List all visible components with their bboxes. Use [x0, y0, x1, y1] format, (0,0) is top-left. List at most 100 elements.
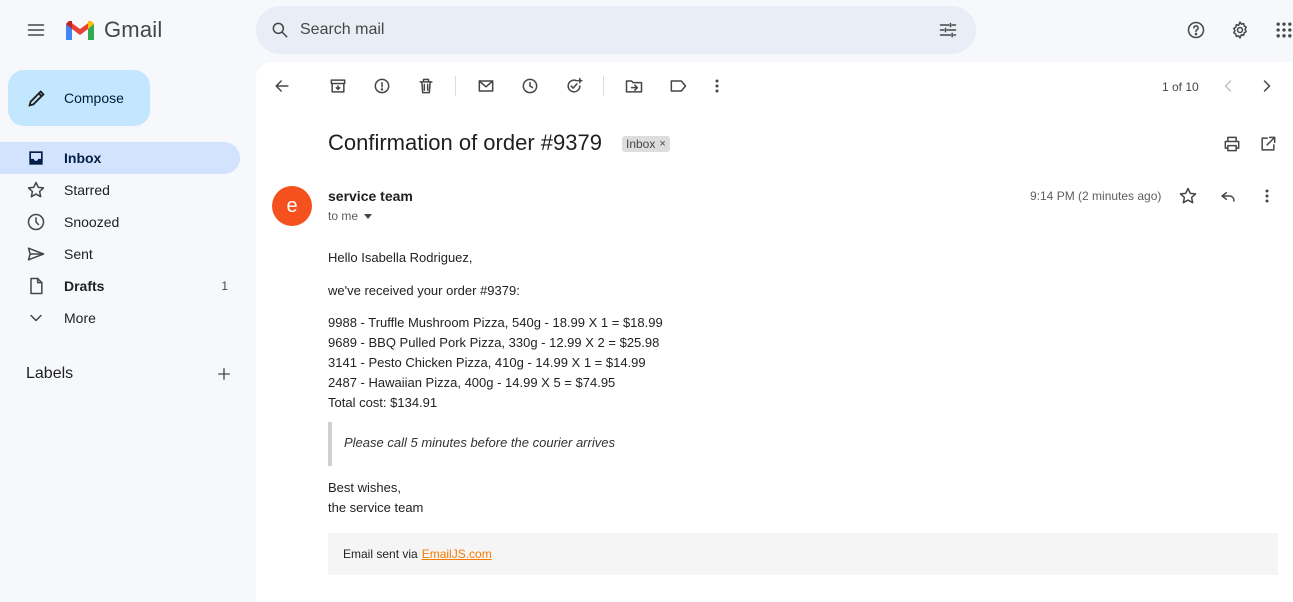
folder-move-icon: [625, 80, 643, 93]
drafts-count: 1: [221, 279, 228, 293]
toolbar-divider: [455, 76, 456, 96]
labels-button[interactable]: [658, 66, 698, 106]
greeting: Hello Isabella Rodriguez,: [328, 250, 473, 265]
inbox-icon: [26, 148, 46, 168]
pagination-count: 1 of 10: [1162, 80, 1199, 94]
draft-icon: [26, 276, 46, 296]
email-footer: Email sent via EmailJS.com: [328, 533, 1278, 575]
recipient-details[interactable]: to me: [328, 209, 373, 223]
search-button[interactable]: [260, 10, 300, 50]
google-apps-button[interactable]: [1264, 10, 1293, 50]
footer-text: Email sent via: [343, 547, 418, 561]
search-options-button[interactable]: [928, 10, 968, 50]
sidebar-item-more[interactable]: More: [0, 302, 240, 334]
order-line: 9988 - Truffle Mushroom Pizza, 540g - 18…: [328, 315, 663, 330]
labels-heading: Labels: [26, 365, 74, 382]
tune-icon: [939, 22, 957, 38]
chevron-left-icon: [1224, 80, 1232, 92]
sidebar-item-sent[interactable]: Sent: [0, 238, 240, 270]
search-bar[interactable]: [256, 6, 976, 54]
main-menu-button[interactable]: [16, 10, 56, 50]
message-more-button[interactable]: [1247, 176, 1287, 216]
clock-icon: [522, 78, 538, 94]
sidebar-item-label: Drafts: [64, 278, 105, 294]
add-to-tasks-button[interactable]: [554, 66, 594, 106]
apps-grid-icon: [1276, 22, 1292, 38]
archive-button[interactable]: [318, 66, 358, 106]
signoff: Best wishes, the service team: [328, 478, 423, 518]
note-text: Please call 5 minutes before the courier…: [344, 435, 615, 450]
search-input[interactable]: [300, 21, 928, 39]
open-in-new-icon: [1261, 136, 1276, 151]
sidebar-item-drafts[interactable]: Drafts 1: [0, 270, 240, 302]
star-icon: [26, 180, 46, 200]
sidebar-item-label: Starred: [64, 182, 110, 198]
hamburger-menu-icon: [27, 24, 45, 36]
email-body: Hello Isabella Rodriguez, we've received…: [328, 248, 663, 413]
clock-icon: [26, 212, 46, 232]
order-total: Total cost: $134.91: [328, 395, 438, 410]
order-line: 3141 - Pesto Chicken Pizza, 410g - 14.99…: [328, 355, 646, 370]
newer-button[interactable]: [1208, 66, 1248, 106]
chevron-down-icon: [26, 308, 46, 328]
sidebar-item-label: Snoozed: [64, 214, 120, 230]
intro-line: we've received your order #9379:: [328, 283, 520, 298]
open-new-window-button[interactable]: [1248, 124, 1288, 164]
app-name: Gmail: [104, 17, 163, 42]
report-icon: [374, 78, 390, 94]
star-button[interactable]: [1168, 176, 1208, 216]
sender-name[interactable]: service team: [328, 188, 413, 204]
email-timestamp: 9:14 PM (2 minutes ago): [1030, 189, 1162, 203]
archive-icon: [330, 79, 346, 93]
caret-down-icon: [364, 213, 373, 219]
inbox-label-chip: Inbox ×: [622, 136, 670, 152]
avatar[interactable]: e: [272, 186, 312, 226]
message-view: 1 of 10 Confirmation of order #9379 Inbo…: [256, 62, 1293, 602]
print-icon: [1224, 136, 1240, 152]
sidebar-item-snoozed[interactable]: Snoozed: [0, 206, 240, 238]
reply-button[interactable]: [1208, 176, 1248, 216]
move-to-button[interactable]: [614, 66, 654, 106]
arrow-left-icon: [275, 80, 289, 92]
gmail-logo[interactable]: Gmail: [64, 17, 162, 43]
more-vert-icon: [715, 79, 719, 93]
back-button[interactable]: [262, 66, 302, 106]
more-vert-icon: [1265, 189, 1269, 203]
help-icon: [1187, 21, 1205, 39]
more-options-button[interactable]: [697, 66, 737, 106]
toolbar-divider: [603, 76, 604, 96]
emailjs-link[interactable]: EmailJS.com: [422, 547, 492, 561]
order-line: 2487 - Hawaiian Pizza, 400g - 14.99 X 5 …: [328, 375, 616, 390]
labels-header: Labels: [26, 362, 236, 386]
settings-button[interactable]: [1220, 10, 1260, 50]
chip-label: Inbox: [626, 137, 656, 151]
delete-button[interactable]: [406, 66, 446, 106]
compose-label: Compose: [64, 90, 124, 106]
recipient-label: to me: [328, 209, 359, 223]
print-all-button[interactable]: [1212, 124, 1252, 164]
report-spam-button[interactable]: [362, 66, 402, 106]
sidebar-item-label: Inbox: [64, 150, 102, 166]
gmail-m-logo-icon: [66, 21, 94, 40]
label-icon: [670, 80, 687, 92]
sidebar-item-label: Sent: [64, 246, 93, 262]
note-blockquote: Please call 5 minutes before the courier…: [328, 422, 728, 466]
star-icon: [1179, 187, 1197, 204]
gear-icon: [1233, 21, 1247, 39]
mail-icon: [478, 80, 494, 92]
create-label-button[interactable]: [212, 362, 236, 386]
support-button[interactable]: [1176, 10, 1216, 50]
compose-button[interactable]: Compose: [8, 70, 150, 126]
order-line: 9689 - BBQ Pulled Pork Pizza, 330g - 12.…: [328, 335, 660, 350]
older-button[interactable]: [1247, 66, 1287, 106]
mark-unread-button[interactable]: [466, 66, 506, 106]
search-icon: [272, 22, 288, 38]
reply-icon: [1221, 191, 1235, 202]
email-subject: Confirmation of order #9379: [328, 130, 602, 155]
sidebar-item-inbox[interactable]: Inbox: [0, 142, 240, 174]
add-task-icon: [567, 77, 583, 93]
signoff-line: the service team: [328, 500, 424, 515]
remove-label-button[interactable]: ×: [659, 138, 665, 150]
snooze-button[interactable]: [510, 66, 550, 106]
sidebar-item-starred[interactable]: Starred: [0, 174, 240, 206]
